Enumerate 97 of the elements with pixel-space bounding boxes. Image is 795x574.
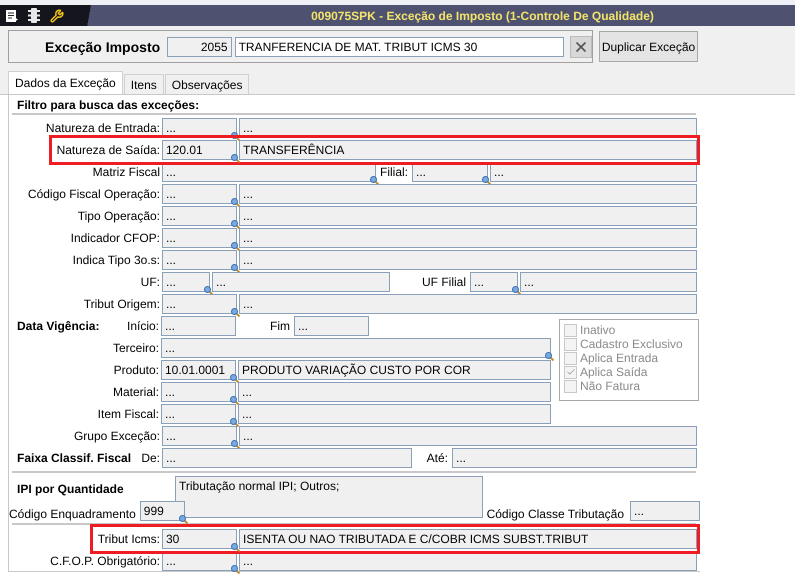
search-icon[interactable] [482,176,492,185]
text-field[interactable]: ... [162,228,237,248]
field-label: Natureza de Entrada: [46,121,160,135]
wrench-icon[interactable] [50,8,64,22]
text-field[interactable]: 999 [140,501,185,521]
section-label: Faixa Classif. Fiscal [16,451,132,465]
text-field[interactable]: ... [239,206,697,226]
search-icon[interactable] [231,154,240,163]
field-label: Material: [112,385,159,399]
field-label: Produto: [114,363,159,377]
text-field[interactable]: ... [239,228,697,248]
checkbox-label: Aplica Entrada [580,351,658,365]
field-label: Início: [126,319,159,333]
field-label: UF: [140,275,160,289]
search-icon[interactable] [230,396,239,405]
tab[interactable]: Dados da Exceção [8,71,123,94]
field-label: Tipo Operação: [78,209,160,223]
field-label: Terceiro: [112,341,159,355]
text-field[interactable]: ... [162,448,412,468]
search-icon[interactable] [512,286,521,295]
clear-button[interactable] [570,36,592,58]
text-field[interactable]: ... [239,184,697,204]
search-icon[interactable] [545,352,554,361]
field-label: Código Fiscal Operação: [28,187,160,201]
field-label: Filial: [379,165,410,179]
field-label: Código Classe Tributação [486,507,624,521]
document-icon[interactable] [6,10,18,22]
search-icon[interactable] [230,374,239,383]
search-icon[interactable] [231,440,240,449]
checkbox-label: Inativo [580,323,616,337]
field-label: Indica Tipo 3o.s: [72,253,160,267]
tab[interactable]: Observações [164,74,250,94]
search-icon[interactable] [231,220,240,229]
text-field[interactable]: ... [162,250,237,270]
field-label: Item Fiscal: [98,407,159,421]
text-field[interactable]: ... [630,501,700,521]
search-icon[interactable] [178,515,188,524]
field-label: Tribut Origem: [84,297,160,311]
search-icon[interactable] [231,264,240,273]
text-field[interactable]: ... [161,404,236,424]
text-field[interactable]: ... [239,250,697,270]
section-label: IPI por Quantidade [16,482,125,496]
text-field[interactable]: PRODUTO VARIAÇÃO CUSTO POR COR [238,360,551,380]
checkbox-label: Aplica Saída [580,365,648,379]
field-label: Indicador CFOP: [70,231,160,245]
text-field[interactable]: ... [239,426,697,446]
field-label: Código Enquadramento [9,507,136,521]
field-label: C.F.O.P. Obrigatório: [50,554,160,568]
field-label: Até: [426,451,449,465]
code-field[interactable]: 2055 [167,36,232,56]
description-field[interactable]: TRANFERENCIA DE MAT. TRIBUT ICMS 30 [234,36,564,56]
field-label: UF Filial [421,275,467,289]
text-field[interactable]: ... [162,206,237,226]
text-field[interactable]: ... [212,272,390,292]
text-field[interactable]: ... [294,316,369,336]
text-field[interactable]: ISENTA OU NAO TRIBUTADA E C/COBR ICMS SUBST.TRIBUT [239,529,697,549]
text-field[interactable]: ... [452,448,697,468]
search-icon[interactable] [231,242,240,251]
text-field[interactable]: ... [161,338,551,358]
search-icon[interactable] [370,176,379,185]
field-label: Matriz Fiscal [92,165,160,179]
text-field[interactable]: ... [162,294,237,314]
field-label: Natureza de Saída: [56,143,160,157]
tab[interactable]: Itens [124,74,164,94]
field-label: De: [141,451,160,465]
checkbox-label: Não Fatura [580,379,640,393]
search-icon[interactable] [230,418,239,427]
field-label: Fim [269,319,291,333]
text-field[interactable]: ... [162,184,237,204]
field-label: Grupo Exceção: [74,429,160,443]
duplicate-button[interactable]: Duplicar Exceção [599,31,698,62]
text-field[interactable]: ... [162,426,237,446]
header-label: Exceção Imposto [45,38,160,54]
text-area[interactable]: Tributação normal IPI; Outros; [175,476,483,518]
text-field[interactable]: ... [520,272,697,292]
text-field[interactable]: 120.01 [162,140,237,160]
text-field[interactable]: 30 [162,529,237,549]
text-field[interactable]: ... [238,404,551,424]
section-title: Filtro para busca das exceções: [16,97,200,113]
check-icon [566,367,576,377]
text-field[interactable]: ... [239,294,697,314]
text-field[interactable]: ... [470,272,518,292]
search-icon[interactable] [231,198,240,207]
text-field[interactable]: ... [161,382,236,402]
text-field[interactable]: TRANSFERÊNCIA [239,140,697,160]
text-field[interactable]: ... [238,382,551,402]
search-icon[interactable] [231,543,240,552]
field-label: Tribut Icms: [98,532,160,546]
text-field[interactable]: ... [162,272,210,292]
search-icon[interactable] [231,308,240,317]
checkbox-label: Cadastro Exclusivo [580,337,683,351]
search-icon[interactable] [231,565,240,574]
search-icon[interactable] [204,286,213,295]
window-title: 009075SPK - Exceção de Imposto (1-Controle De Qualidade) [310,8,655,22]
section-label: Data Vigência: [16,319,100,333]
text-field[interactable]: 10.01.0001 [161,360,236,380]
text-field[interactable]: ... [161,316,236,336]
